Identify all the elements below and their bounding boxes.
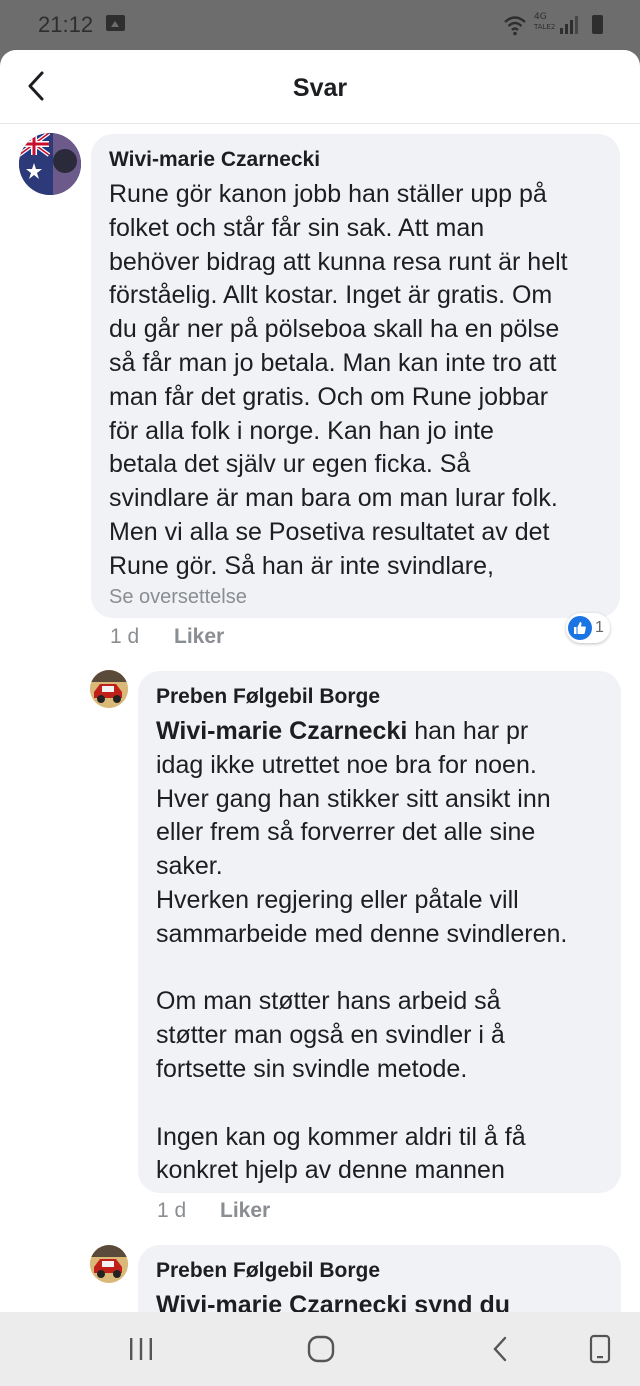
reply-first-line-text: han har pr [407, 717, 529, 745]
comment-author[interactable]: Wivi-marie Czarnecki [109, 148, 320, 172]
home-icon [307, 1335, 335, 1363]
reaction-count: 1 [595, 619, 604, 636]
page-title: Svar [292, 74, 348, 102]
reply-author[interactable]: Preben Følgebil Borge [156, 685, 380, 709]
australia-flag-icon [19, 133, 81, 195]
like-button[interactable]: Liker [220, 1199, 270, 1223]
reply-bubble[interactable]: Preben Følgebil Borge Wivi-marie Czarnec… [138, 1245, 621, 1312]
comment-time: 1 d [110, 625, 140, 648]
see-translation-link[interactable]: Se oversettelse [109, 586, 247, 609]
car-avatar-icon [90, 1245, 128, 1283]
reply-time: 1 d [157, 1199, 187, 1222]
like-button[interactable]: Liker [174, 625, 224, 649]
gallery-icon [106, 15, 125, 31]
status-time: 21:12 [38, 12, 94, 37]
reaction-badge[interactable]: 1 [566, 613, 610, 643]
status-bar: 21:12 4G TALE2 [0, 0, 640, 50]
like-reaction-icon [568, 616, 592, 640]
reply-meta: 1 d Liker [157, 1199, 357, 1225]
avatar[interactable] [90, 1245, 128, 1283]
signal-icon [560, 16, 584, 34]
reply-partial-text: Wivi-marie Czarnecki synd du [156, 1291, 511, 1312]
comment-text: Rune gör kanon jobb han ställer upp på f… [109, 180, 568, 580]
avatar[interactable] [90, 670, 128, 708]
car-avatar-icon [90, 670, 128, 708]
battery-icon [592, 15, 603, 34]
replies-sheet: Svar Wivi-marie Czarnecki Rune gör kanon… [0, 50, 640, 1312]
keyboard-toggle-button[interactable] [580, 1332, 620, 1366]
status-indicators: 4G TALE2 [504, 12, 604, 36]
reply-first-line: Wivi-marie Czarnecki han har pr [156, 715, 528, 749]
reply-bubble[interactable]: Preben Følgebil Borge Wivi-marie Czarnec… [138, 671, 621, 1193]
comment-meta: 1 d Liker [110, 625, 310, 651]
recent-apps-icon [130, 1338, 152, 1360]
recent-apps-button[interactable] [121, 1332, 161, 1366]
navigation-bar [0, 1312, 640, 1386]
mention-link[interactable]: Wivi-marie Czarnecki [156, 717, 407, 745]
avatar[interactable] [19, 133, 81, 195]
phone-icon [589, 1334, 611, 1364]
comment-bubble[interactable]: Wivi-marie Czarnecki Rune gör kanon jobb… [91, 134, 620, 618]
reply-author[interactable]: Preben Følgebil Borge [156, 1259, 380, 1283]
back-nav-icon [493, 1336, 507, 1362]
home-button[interactable] [301, 1332, 341, 1366]
reply-text: idag ikke utrettet noe bra for noen. Hve… [156, 750, 568, 1185]
back-nav-button[interactable] [480, 1332, 520, 1366]
wifi-icon [504, 16, 526, 36]
header: Svar [0, 50, 640, 124]
